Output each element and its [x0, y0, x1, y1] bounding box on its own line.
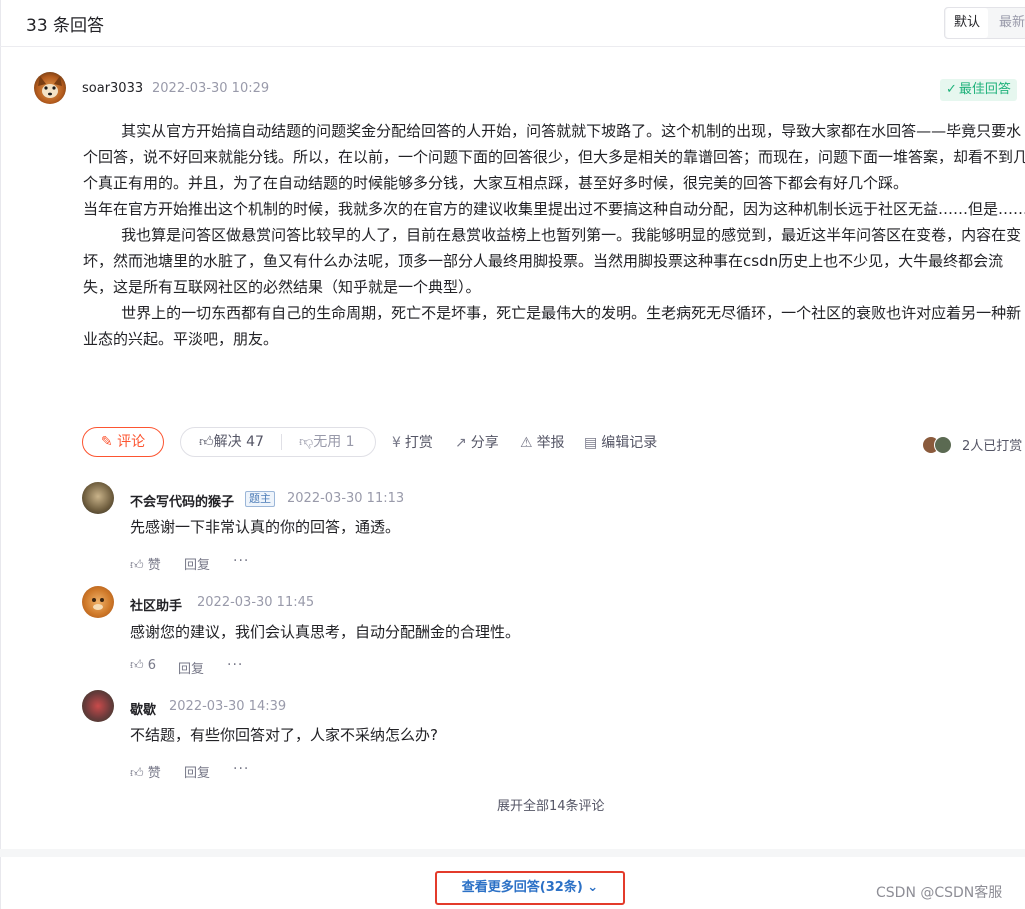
answer-paragraph: 其实从官方开始搞自动结题的问题奖金分配给回答的人开始，问答就就下坡路了。这个机制…	[83, 122, 1025, 192]
commenter-avatar[interactable]	[82, 586, 114, 618]
commenter-avatar[interactable]	[82, 690, 114, 722]
sort-default-tab[interactable]: 默认	[946, 8, 989, 38]
more-icon[interactable]: ···	[227, 657, 243, 673]
report-icon: ⚠	[520, 435, 533, 451]
report-label: 举报	[536, 435, 565, 451]
answer-paragraph: 当年在官方开始推出这个机制的时候，我就多次的在官方的建议收集里提出过不要搞这种自…	[83, 200, 1025, 218]
thumb-down-icon: 👎︎	[299, 434, 314, 450]
share-label: 分享	[470, 435, 499, 451]
useless-label: 无用 1	[313, 434, 355, 450]
edit-history-button[interactable]: ▤ 编辑记录	[584, 432, 657, 452]
answer-paragraph: 世界上的一切东西都有自己的生命周期，死亡不是坏事，死亡是最伟大的发明。生老病死无…	[83, 304, 1022, 348]
answers-count-title: 33 条回答	[26, 16, 105, 36]
commenter-name[interactable]: 不会写代码的猴子	[130, 491, 234, 510]
comment-like-button[interactable]: 👍︎ 赞	[130, 762, 161, 781]
view-more-answers-label: 查看更多回答(32条)	[461, 880, 583, 895]
share-button[interactable]: ↗ 分享	[455, 432, 499, 452]
useless-button[interactable]: 👎︎无用 1	[299, 428, 355, 456]
more-icon[interactable]: ···	[233, 761, 249, 777]
comment-text: 先感谢一下非常认真的你的回答，通透。	[130, 518, 401, 536]
expand-comments-link[interactable]: 展开全部14条评论	[497, 795, 605, 814]
thumb-up-icon: 👍︎	[199, 434, 214, 450]
comment-label: 评论	[117, 434, 146, 450]
best-answer-badge: ✓ 最佳回答	[940, 79, 1017, 101]
vote-divider	[281, 434, 282, 450]
comment-like-label: 赞	[147, 766, 161, 781]
commenter-name[interactable]: 歇歇	[130, 699, 156, 718]
commenter-name[interactable]: 社区助手	[130, 595, 182, 614]
comment-like-count: 6	[147, 658, 156, 673]
comment-reply-button[interactable]: 回复	[178, 658, 204, 677]
best-answer-label: 最佳回答	[958, 82, 1011, 97]
watermark: CSDN @CSDN客服	[876, 885, 1003, 901]
answers-header: 33 条回答 默认 最新	[0, 0, 1025, 47]
comment-like-label: 赞	[147, 558, 161, 573]
yuan-icon: ¥	[392, 435, 401, 451]
solved-label: 解决 47	[213, 434, 264, 450]
answer-author-avatar[interactable]	[34, 72, 66, 104]
history-icon: ▤	[584, 435, 598, 451]
tipped-count[interactable]: 2人已打赏	[962, 435, 1022, 454]
edit-history-label: 编辑记录	[601, 435, 658, 451]
comment-time: 2022-03-30 14:39	[169, 699, 287, 714]
answer-author-name[interactable]: soar3033	[82, 81, 143, 96]
comment-text: 感谢您的建议，我们会认真思考，自动分配酬金的合理性。	[130, 623, 521, 641]
answer-body: 其实从官方开始搞自动结题的问题奖金分配给回答的人开始，问答就就下坡路了。这个机制…	[83, 118, 1025, 352]
vote-group: 👍︎解决 47 👎︎无用 1	[180, 427, 376, 457]
share-icon: ↗	[455, 435, 467, 451]
comment-reply-button[interactable]: 回复	[184, 762, 210, 781]
asker-tag: 题主	[245, 491, 275, 507]
answer-time: 2022-03-30 10:29	[152, 81, 270, 96]
tipper-avatars[interactable]	[922, 436, 956, 454]
answer-paragraph: 我也算是问答区做悬赏问答比较早的人了，目前在悬赏收益榜上也暂列第一。我能够明显的…	[83, 226, 1022, 296]
comment-text: 不结题，有些你回答对了，人家不采纳怎么办?	[130, 726, 438, 744]
page-border	[0, 0, 1, 909]
view-more-answers-button[interactable]: 查看更多回答(32条) ⌄	[435, 871, 625, 905]
comment-button[interactable]: ✎ 评论	[82, 427, 164, 457]
thumb-up-icon: 👍︎	[130, 558, 148, 573]
comment-like-button[interactable]: 👍︎ 6	[130, 658, 156, 673]
comment-like-button[interactable]: 👍︎ 赞	[130, 554, 161, 573]
commenter-avatar[interactable]	[82, 482, 114, 514]
sort-switch: 默认 最新	[944, 7, 1025, 39]
report-button[interactable]: ⚠ 举报	[520, 432, 565, 452]
section-divider	[0, 849, 1025, 857]
tip-label: 打赏	[404, 435, 433, 451]
comment-reply-button[interactable]: 回复	[184, 554, 210, 573]
comment-time: 2022-03-30 11:13	[287, 491, 405, 506]
more-icon[interactable]: ···	[233, 553, 249, 569]
solved-button[interactable]: 👍︎解决 47	[199, 428, 264, 456]
sort-latest-tab[interactable]: 最新	[991, 8, 1025, 38]
tipper-avatar	[934, 436, 952, 454]
thumb-up-icon: 👍︎	[130, 658, 148, 673]
thumb-up-icon: 👍︎	[130, 766, 148, 781]
chevron-down-icon: ⌄	[587, 880, 599, 895]
comment-icon: ✎	[100, 434, 118, 450]
check-icon: ✓	[946, 82, 957, 97]
tip-button[interactable]: ¥ 打赏	[392, 432, 433, 452]
comment-time: 2022-03-30 11:45	[197, 595, 315, 610]
